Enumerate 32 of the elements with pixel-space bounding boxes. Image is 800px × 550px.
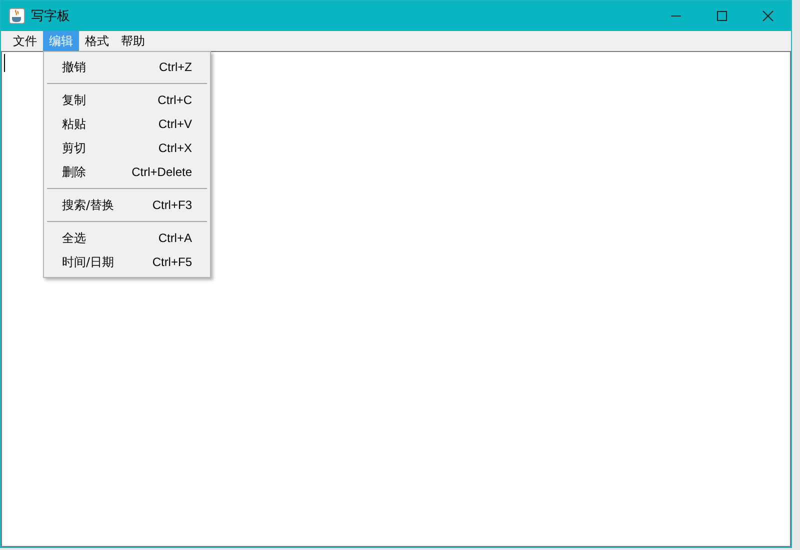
text-caret bbox=[4, 54, 5, 72]
menu-entry[interactable]: 删除 Ctrl+Delete bbox=[44, 160, 210, 184]
menu-item[interactable]: 帮助 bbox=[115, 31, 151, 51]
shortcut-label: Ctrl+X bbox=[158, 141, 192, 155]
shortcut-label: Ctrl+Delete bbox=[132, 165, 192, 179]
menu-entry[interactable]: 复制 Ctrl+C bbox=[44, 88, 210, 112]
menu-item[interactable]: 格式 bbox=[79, 31, 115, 51]
shortcut-label: Ctrl+Z bbox=[159, 60, 192, 74]
menu-entry[interactable]: 撤销 Ctrl+Z bbox=[44, 55, 210, 79]
shortcut-label: Ctrl+V bbox=[158, 117, 192, 131]
menu-item[interactable]: 文件 bbox=[7, 31, 43, 51]
menu-entry-label: 撤销 bbox=[62, 58, 86, 76]
menu-entry-label: 全选 bbox=[62, 230, 86, 246]
menu-entry-label: 搜索/替换 bbox=[62, 196, 114, 214]
shortcut-label: Ctrl+F3 bbox=[152, 198, 192, 212]
menu-entry-label: 时间/日期 bbox=[62, 254, 114, 270]
menu-entry-label: 复制 bbox=[62, 92, 86, 108]
menu-entry[interactable]: 全选 Ctrl+A bbox=[44, 226, 210, 250]
menu-entry[interactable]: 搜索/替换 Ctrl+F3 bbox=[44, 193, 210, 217]
window-title: 写字板 bbox=[31, 8, 70, 25]
shortcut-label: Ctrl+A bbox=[158, 231, 192, 245]
close-icon bbox=[762, 10, 774, 22]
menu-entry-label: 删除 bbox=[62, 164, 86, 180]
coffee-cup-icon bbox=[9, 8, 25, 24]
menu-entry[interactable]: 粘贴 Ctrl+V bbox=[44, 112, 210, 136]
menu-entry-label: 剪切 bbox=[62, 140, 86, 156]
shortcut-label: Ctrl+F5 bbox=[152, 255, 192, 269]
maximize-icon bbox=[716, 10, 728, 22]
menu-entry[interactable]: 时间/日期 Ctrl+F5 bbox=[44, 250, 210, 274]
shortcut-label: Ctrl+C bbox=[158, 93, 192, 107]
menu-entry[interactable]: 剪切 Ctrl+X bbox=[44, 136, 210, 160]
menu-entry-label: 粘贴 bbox=[62, 116, 86, 132]
